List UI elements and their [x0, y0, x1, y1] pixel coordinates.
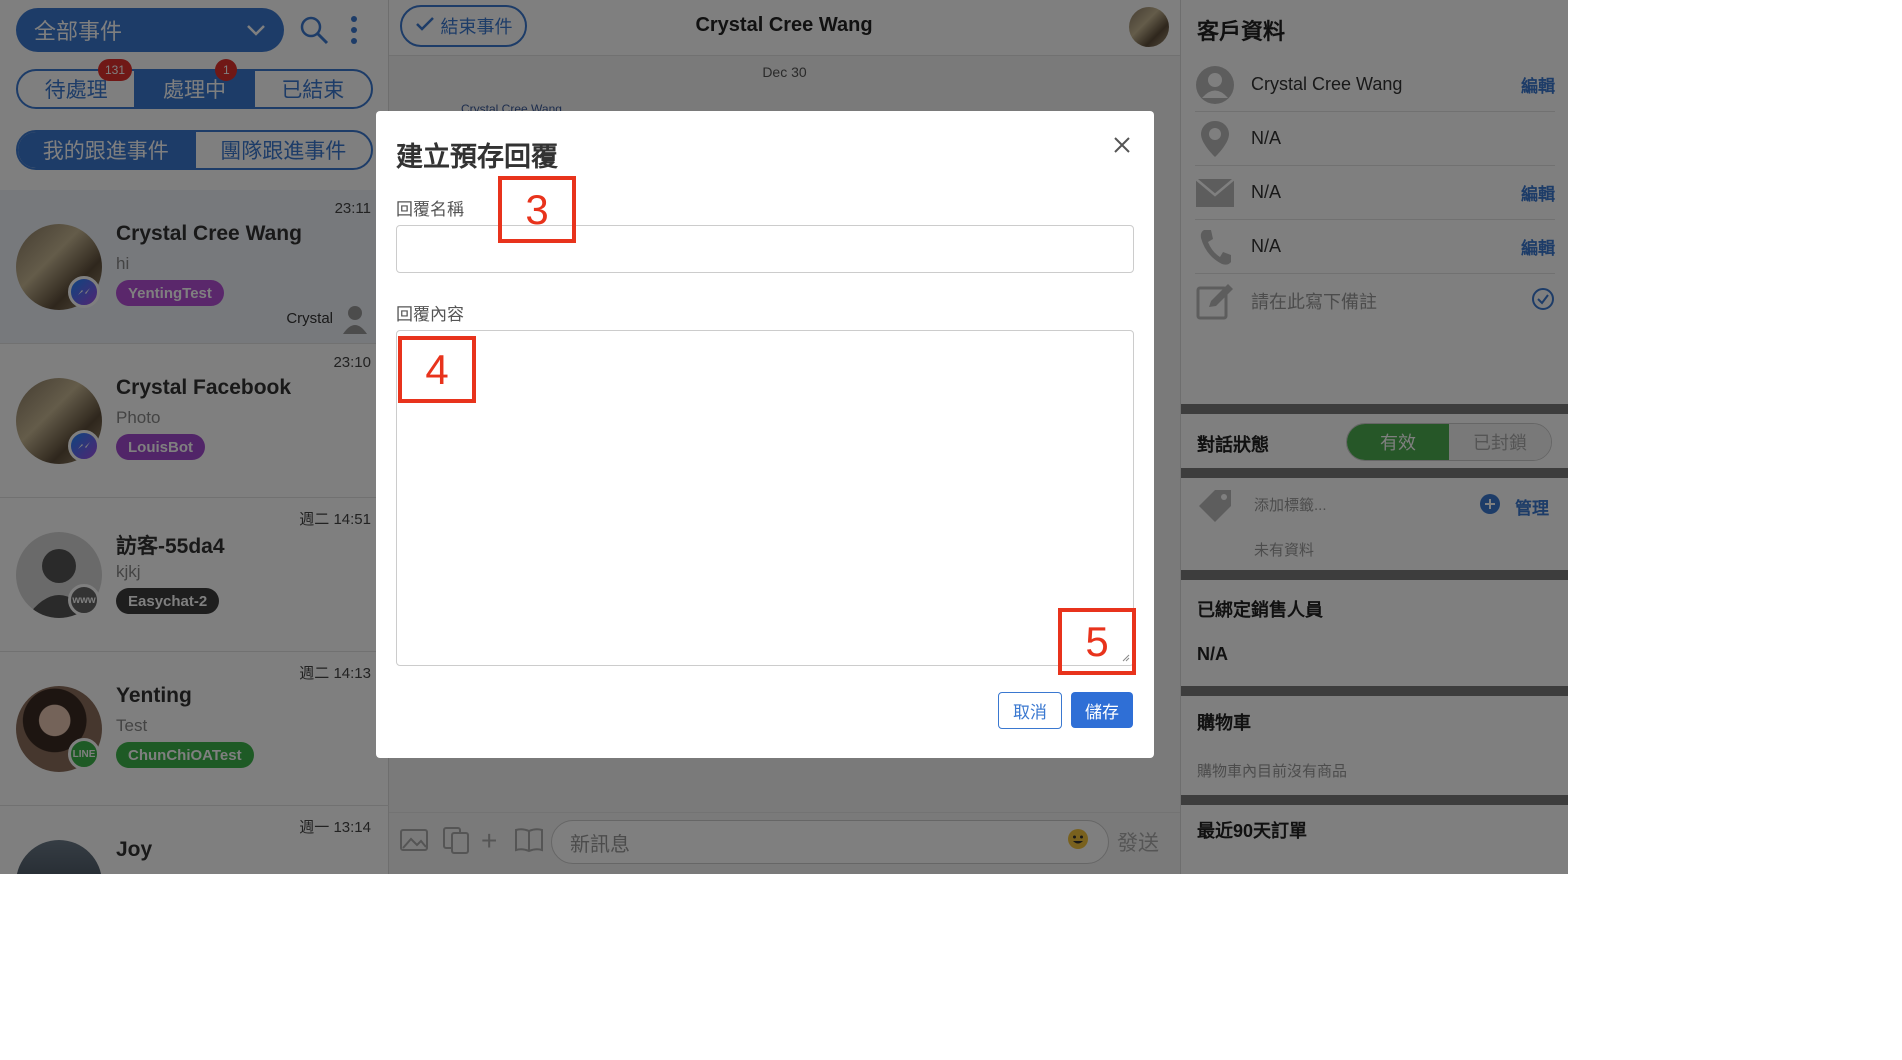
close-icon[interactable] [1108, 131, 1136, 159]
app-root: 全部事件 待處理 131 處理中 1 已結束 我的跟進事件 [0, 0, 1568, 874]
create-canned-reply-dialog: 建立預存回覆 回覆名稱 回覆內容 取消 儲存 3 4 5 [376, 111, 1154, 758]
annotation-marker-5: 5 [1058, 608, 1136, 675]
save-button[interactable]: 儲存 [1071, 692, 1133, 728]
annotation-marker-3: 3 [498, 176, 576, 243]
annotation-marker-4: 4 [398, 336, 476, 403]
reply-name-label: 回覆名稱 [396, 200, 464, 219]
reply-content-textarea[interactable] [396, 330, 1134, 666]
reply-content-label: 回覆內容 [396, 305, 464, 324]
dialog-title: 建立預存回覆 [396, 142, 558, 172]
cancel-button[interactable]: 取消 [998, 692, 1062, 729]
